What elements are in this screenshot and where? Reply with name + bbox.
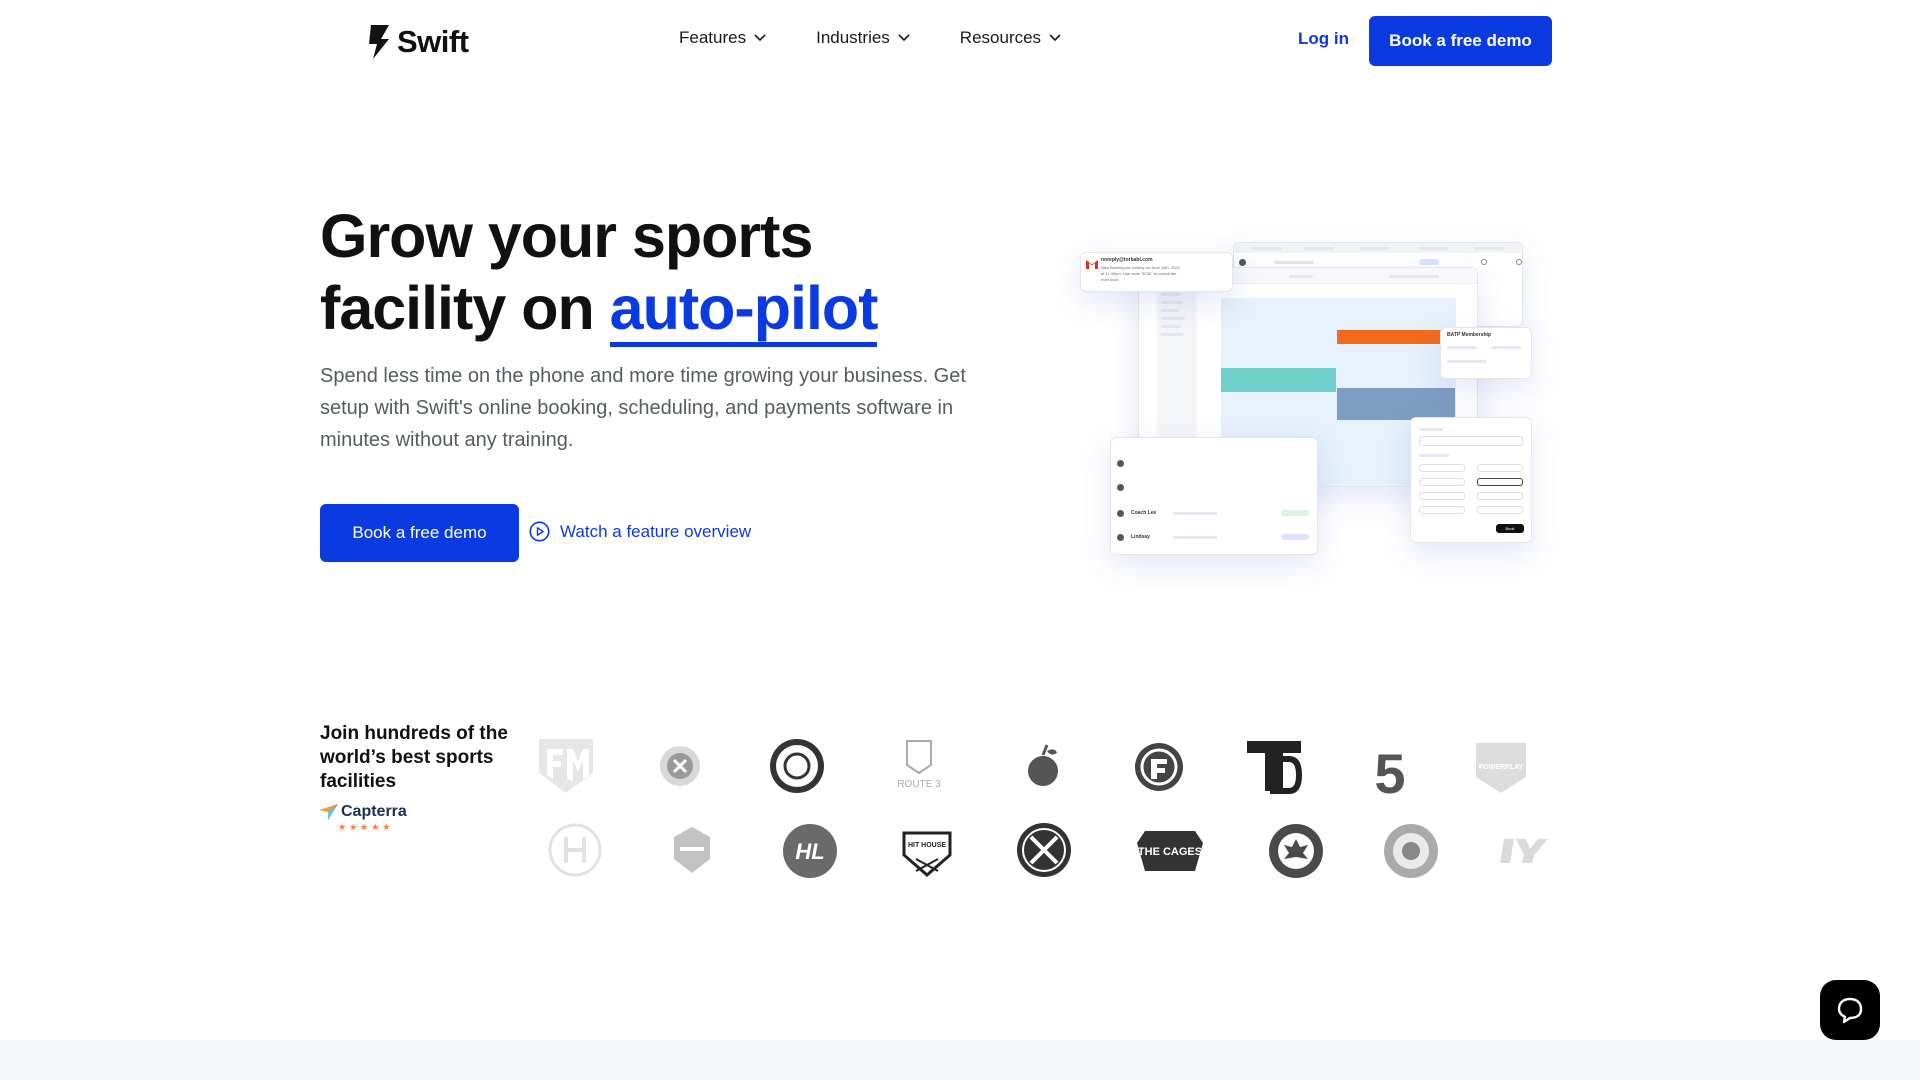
hero-title-accent: auto-pilot [609, 274, 878, 347]
hero-title-line2: facility on [320, 274, 610, 342]
capterra-badge[interactable]: Capterra ★ ★ ★ ★ ★ [320, 803, 407, 832]
route-3-text: ROUTE 3 [897, 779, 941, 790]
mock-availability-card: Book [1410, 417, 1532, 543]
customer-logo-h-ball [548, 823, 602, 877]
next-section-strip [0, 1040, 1920, 1080]
chevron-down-icon [1049, 34, 1061, 42]
nav-item-label: Resources [959, 28, 1042, 47]
customer-logo-x-circle [660, 746, 700, 786]
email-body-2: at 11:30pm. Use code "8732" to unlock th… [1101, 271, 1177, 276]
customer-logo-crest [674, 827, 710, 873]
the-cages-text: THE CAGES [1138, 846, 1202, 858]
customer-logo-the-cages: THE CAGES [1137, 831, 1203, 871]
nav-menu: Features Industries Resources [679, 28, 1061, 48]
hl-text: HL [795, 839, 824, 864]
customer-logo-powerplay: POWERPLAY [1476, 743, 1526, 793]
nav-item-resources[interactable]: Resources [960, 28, 1061, 48]
customer-logo-apple [1028, 744, 1058, 786]
customer-logo-maple-circle [1269, 824, 1323, 878]
top-nav: Swift Features Industries Resources Log … [0, 0, 1920, 80]
nav-book-demo-button[interactable]: Book a free demo [1369, 16, 1552, 66]
mock-email-notification: noreply@torbabl.com New Booking for John… [1080, 252, 1233, 292]
hero-subtitle: Spend less time on the phone and more ti… [320, 365, 966, 451]
customer-logo-fm [539, 739, 593, 793]
capterra-arrow-icon [320, 804, 338, 820]
capterra-label: Capterra [341, 803, 407, 820]
nav-item-label: Industries [816, 28, 890, 47]
hit-house-text: HIT HOUSE [908, 842, 946, 849]
powerplay-text: POWERPLAY [1479, 764, 1524, 771]
email-body-3: front door [1101, 277, 1119, 282]
nav-item-industries[interactable]: Industries [816, 28, 910, 48]
hero-title: Grow your sports facility on auto-pilot [320, 200, 1020, 347]
star-icon: ★ [360, 822, 369, 832]
watch-overview-link[interactable]: Watch a feature overview [529, 521, 751, 542]
customer-logo-route-3: ROUTE 3 [897, 740, 941, 790]
product-screenshot: noreply@torbabl.com New Booking for John… [1070, 235, 1540, 575]
list-name-1: Coach Lee [1131, 510, 1157, 516]
nav-item-features[interactable]: Features [679, 28, 766, 48]
star-icon: ★ [371, 822, 380, 832]
hero-title-line1: Grow your sports [320, 202, 813, 270]
email-from: noreply@torbabl.com [1101, 257, 1153, 263]
brand-name: Swift [397, 24, 469, 59]
customer-logo-hit-house: HIT HOUSE [902, 831, 952, 877]
gmail-icon [1086, 260, 1098, 269]
social-proof-title: Join hundreds of the world’s best sports… [320, 723, 508, 792]
list-name-2: Lindsay [1131, 534, 1150, 540]
customer-logo-f-circle [1135, 743, 1183, 791]
customer-logo-the-5: 5 [1374, 742, 1405, 797]
customer-logo-hl: HL [783, 824, 837, 878]
chat-launcher-button[interactable] [1820, 980, 1880, 1040]
mock-membership-card: BATP Membership [1440, 327, 1532, 379]
star-icon: ★ [338, 822, 347, 832]
bolt-icon [369, 25, 389, 59]
login-link[interactable]: Log in [1298, 29, 1349, 49]
star-icon: ★ [382, 822, 391, 832]
membership-title: BATP Membership [1447, 332, 1491, 338]
mock-book-button: Book [1496, 524, 1524, 533]
customer-logo-bats-circle [1017, 823, 1071, 877]
chat-bubble-icon [1837, 997, 1863, 1024]
brand-logo[interactable]: Swift [367, 24, 469, 60]
star-icon: ★ [349, 822, 358, 832]
hero-book-demo-button[interactable]: Book a free demo [320, 504, 519, 562]
capterra-stars: ★ ★ ★ ★ ★ [338, 823, 407, 832]
mock-customer-list: Coach Lee Lindsay [1110, 437, 1318, 555]
customer-logo-td [1247, 741, 1303, 794]
chevron-down-icon [898, 34, 910, 42]
customer-logos: ROUTE 3 5 POWERPLAY HL HIT HOUSE THE CAG… [535, 735, 1555, 895]
watch-overview-label: Watch a feature overview [560, 521, 752, 541]
customer-logo-mascot [1384, 824, 1438, 878]
the-5-text: 5 [1374, 742, 1405, 797]
play-circle-icon [529, 521, 550, 542]
chevron-down-icon [754, 34, 766, 42]
customer-logo-iyg [1500, 839, 1548, 863]
customer-logo-baseball-club [770, 739, 824, 793]
email-body-1: New Booking for Johnny on June 24th, 202… [1101, 265, 1180, 270]
nav-item-label: Features [679, 28, 747, 47]
